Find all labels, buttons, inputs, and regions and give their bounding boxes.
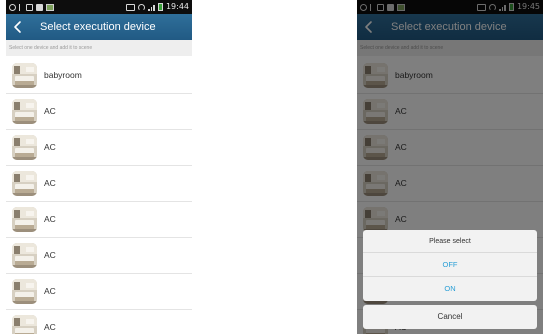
device-label: AC [44,142,56,152]
phone-screen-left: 19:44 Select execution device Select one… [6,0,192,334]
room-thumbnail-icon [12,99,37,124]
back-arrow-icon[interactable] [10,19,26,35]
room-thumbnail-icon [12,279,37,304]
room-thumbnail-icon [12,135,37,160]
status-bar: 19:44 [6,0,192,14]
device-label: AC [44,286,56,296]
device-label: AC [44,250,56,260]
device-label: AC [44,214,56,224]
usb-icon [19,3,23,11]
phone-screen-right: 19:45 Select execution device Select one… [357,0,543,334]
device-row[interactable]: babyroom [6,58,192,94]
wifi-icon [138,3,146,11]
device-label: AC [44,178,56,188]
cancel-button[interactable]: Cancel [363,305,537,329]
option-on-button[interactable]: ON [363,277,537,301]
device-label: AC [44,106,56,116]
screen-icon [26,3,33,11]
device-row[interactable]: AC [6,94,192,130]
device-row[interactable]: AC [6,274,192,310]
battery-icon [157,3,163,11]
sync-icon [9,3,16,11]
device-row[interactable]: AC [6,166,192,202]
device-row[interactable]: AC [6,130,192,166]
option-off-button[interactable]: OFF [363,253,537,277]
device-list: babyroom AC AC AC AC AC AC AC [6,58,192,334]
room-thumbnail-icon [12,207,37,232]
gallery-icon [46,3,54,11]
device-label: babyroom [44,70,82,80]
screenshot-canvas: 19:44 Select execution device Select one… [0,0,544,334]
status-time: 19:44 [165,2,189,11]
mute-icon [126,3,136,11]
room-thumbnail-icon [12,315,37,334]
device-row[interactable]: AC [6,202,192,238]
room-thumbnail-icon [12,243,37,268]
notification-icon [36,3,43,11]
device-label: AC [44,322,56,332]
room-thumbnail-icon [12,63,37,88]
hint-text: Select one device and add it to scene [6,40,192,56]
device-row[interactable]: AC [6,310,192,334]
page-title: Select execution device [40,21,156,33]
title-bar: Select execution device [6,14,192,40]
dialog-title: Please select [363,230,537,253]
signal-icon [148,4,155,11]
select-dialog: Please select OFF ON [363,230,537,301]
room-thumbnail-icon [12,171,37,196]
device-row[interactable]: AC [6,238,192,274]
